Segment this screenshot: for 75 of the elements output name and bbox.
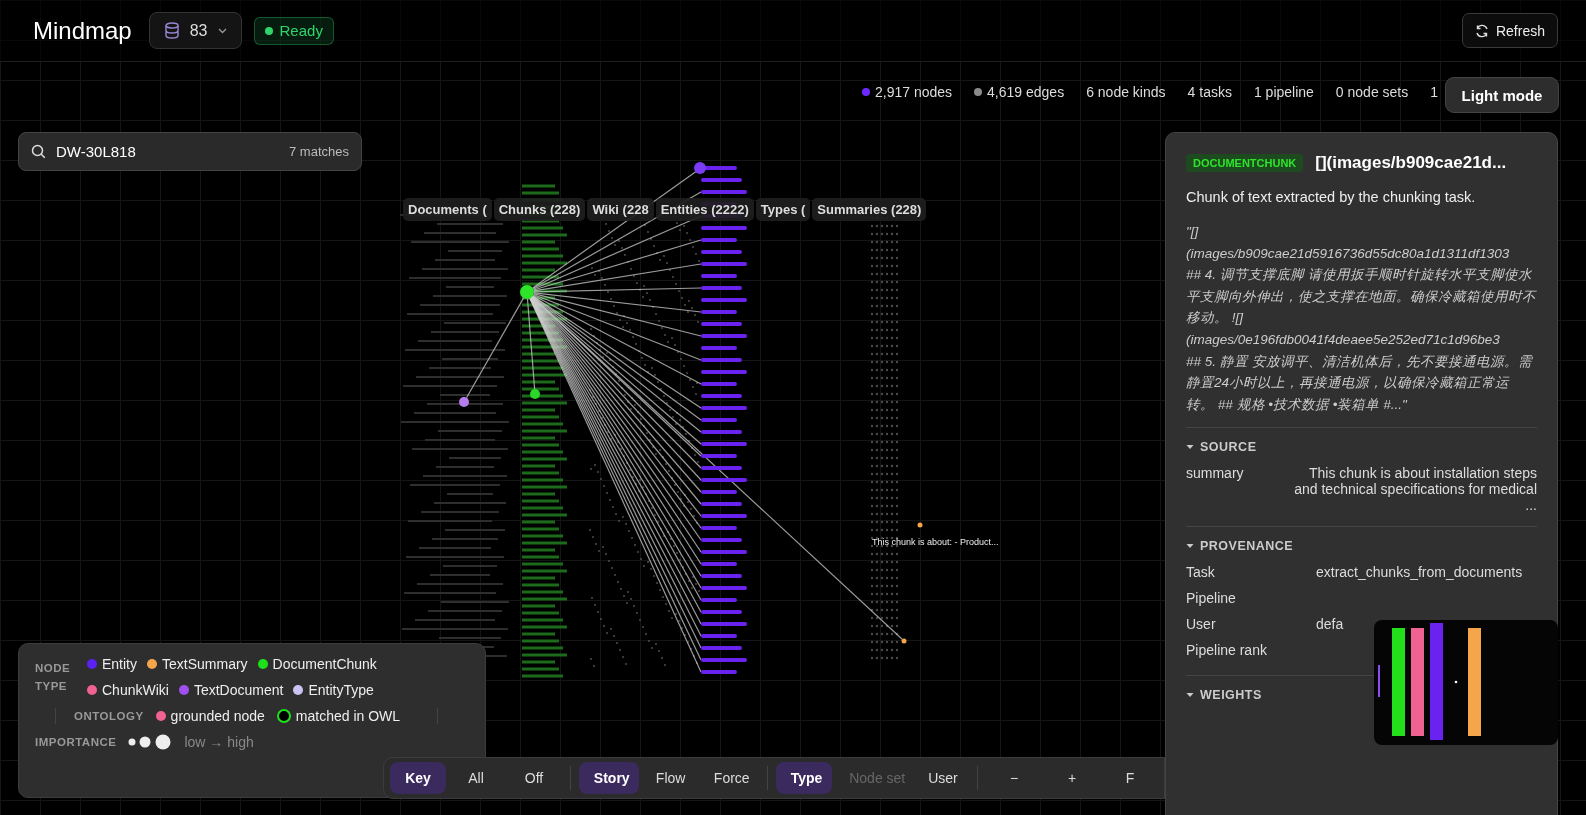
toolbar-button[interactable]: Story [578, 762, 639, 794]
caret-icon[interactable] [1186, 543, 1194, 550]
stat-label: 1 pipeline [1253, 84, 1314, 100]
toolbar-button[interactable]: − [986, 762, 1042, 794]
property-value: defa [1316, 616, 1344, 635]
toolbar-button[interactable]: Key [390, 762, 446, 794]
graph-node[interactable] [917, 522, 923, 528]
legend-item: Entity [87, 656, 137, 672]
status-badge: Ready [253, 16, 334, 45]
property-name: User [1186, 616, 1217, 635]
property-name: Pipeline rank [1186, 642, 1268, 661]
chunk-content: "[] (images/b909cae21d5916736d55dc80a1d1311df1303 ## 4. 调节支撑底脚 请使用扳手顺时针旋转水平支脚使水平支脚向外伸出，使之支撑在地面。确保冷藏箱使用时不移动。 ![] (images/0e196fdb0041f4deaee5e252ed71c1d96be3 ## 5. 静置 安放调平、清洁机体后，先不要接通电源。需静置24小时以上，再接通电源，以确保冷藏箱正常运转。 ## 规格 •技术数据 •装箱单 #..." [1186, 223, 1537, 414]
legend-heading: ONTOLOGY [74, 710, 144, 722]
stat-label: 2,917 nodes [862, 84, 953, 100]
toolbar-button[interactable]: + [1044, 762, 1100, 794]
toolbar-button[interactable]: All [448, 762, 504, 794]
legend-item: matched in OWL [276, 708, 401, 724]
refresh-button[interactable]: Refresh [1461, 13, 1558, 48]
dataset-selector[interactable]: 83 [148, 12, 242, 49]
column-label: Summaries (228) [812, 198, 927, 221]
column-label: Chunks (228) [493, 198, 586, 221]
graph-node[interactable] [530, 389, 540, 399]
property-name: Task [1186, 564, 1216, 583]
legend-item: DocumentChunk [257, 656, 377, 672]
selected-node[interactable] [520, 285, 534, 299]
property-name: summary [1186, 465, 1244, 484]
minimap[interactable] [1374, 620, 1558, 745]
toolbar-button[interactable]: Off [506, 762, 562, 794]
light-mode-button[interactable]: Light mode [1445, 77, 1559, 113]
property-name: Pipeline [1186, 590, 1237, 609]
section-title[interactable]: WEIGHTS [1200, 688, 1262, 703]
caret-icon[interactable] [1186, 692, 1194, 699]
app-title: Mindmap [33, 16, 132, 45]
search-icon [31, 144, 46, 159]
refresh-icon [1474, 23, 1489, 38]
legend-heading: NODE TYPE [35, 660, 72, 694]
legend-item: TextDocument [178, 682, 284, 698]
toolbar-button[interactable]: Type [775, 762, 833, 794]
column-label: Types ( [755, 198, 811, 221]
column-label: Entities (2222) [655, 198, 754, 221]
property-value: extract_chunks_from_documents [1316, 564, 1523, 583]
section-title[interactable]: SOURCE [1200, 440, 1257, 455]
chevron-down-icon [217, 27, 227, 34]
database-icon [163, 22, 180, 39]
stat-label: 0 node sets [1335, 84, 1409, 100]
node-label: This chunk is about: - Product... [872, 537, 999, 547]
type-badge: DOCUMENTCHUNK [1186, 154, 1304, 172]
legend-item: grounded node [155, 708, 265, 724]
legend-heading: IMPORTANCE [35, 736, 117, 748]
column-label: Documents ( [403, 198, 492, 221]
search-query: DW-30L818 [56, 143, 137, 160]
match-count: 7 matches [289, 144, 349, 159]
section-title[interactable]: PROVENANCE [1200, 539, 1294, 554]
node-description: Chunk of text extracted by the chunking task. [1186, 189, 1477, 205]
stat-label: 6 node kinds [1086, 84, 1166, 100]
column-label: Wiki (228 [587, 198, 654, 221]
toolbar-button[interactable]: User [913, 762, 970, 794]
toolbar-button[interactable]: Flow [640, 762, 697, 794]
graph-node[interactable] [459, 397, 469, 407]
stat-label: 4,619 edges [974, 84, 1065, 100]
legend-item: TextSummary [147, 656, 248, 672]
toolbar-button[interactable]: Force [698, 762, 759, 794]
stat-label: 4 tasks [1187, 84, 1232, 100]
node-title: [](images/b909cae21d... [1315, 153, 1507, 173]
search-field[interactable]: DW-30L818 7 matches [18, 132, 362, 171]
property-value: This chunk is about installation steps and technical specifications for medical ... [1293, 465, 1537, 514]
stat-label: 1 [1430, 84, 1439, 100]
importance-label: low → high [184, 734, 254, 750]
graph-node[interactable] [694, 162, 706, 174]
legend-item: ChunkWiki [87, 682, 169, 698]
legend-item: EntityType [293, 682, 374, 698]
importance-scale-icon [128, 734, 173, 750]
toolbar-button[interactable]: F [1102, 762, 1158, 794]
graph-node[interactable] [901, 638, 907, 644]
caret-icon[interactable] [1186, 444, 1194, 451]
